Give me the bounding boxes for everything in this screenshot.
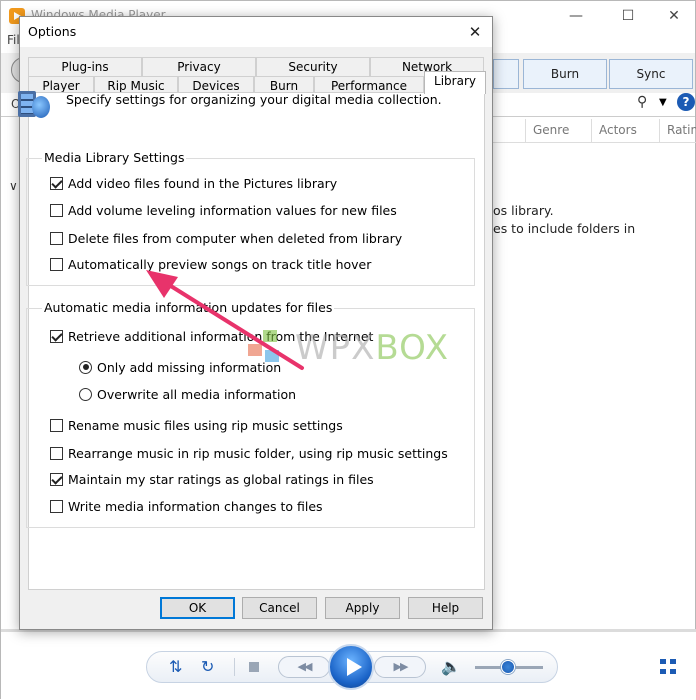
library-description: Specify settings for organizing your dig… [66,92,442,107]
checkbox-add-video-files[interactable]: Add video files found in the Pictures li… [50,175,337,191]
checkbox-box[interactable] [50,203,63,217]
tab-security[interactable]: Security [256,57,370,77]
checkbox-box[interactable] [50,231,63,245]
tab-plug-ins[interactable]: Plug-ins [28,57,142,77]
checkbox-box[interactable] [50,472,63,486]
library-message-line-2: es to include folders in [493,221,636,236]
radio-dot[interactable] [79,387,92,401]
tab-privacy[interactable]: Privacy [142,57,256,77]
column-rating[interactable]: Ratin [667,123,696,137]
cancel-button[interactable]: Cancel [242,597,317,619]
next-icon[interactable]: ▶▶ [374,656,426,678]
volume-thumb[interactable] [501,660,515,674]
column-divider [525,119,526,143]
tab-library[interactable]: Library [424,71,486,94]
switch-to-now-playing-icon[interactable] [660,659,678,675]
radio-overwrite-all[interactable]: Overwrite all media information [79,386,296,402]
minimize-icon[interactable]: — [553,1,599,31]
checkbox-add-volume-leveling[interactable]: Add volume leveling information values f… [50,202,397,218]
previous-icon[interactable]: ◀◀ [278,656,330,678]
tab-sync[interactable]: Sync [609,59,693,89]
play-icon[interactable] [328,644,374,690]
play-tab[interactable] [493,59,519,89]
checkbox-write-changes[interactable]: Write media information changes to files [50,498,323,514]
library-message-line-1: os library. [493,203,554,218]
checkbox-box[interactable] [50,329,63,343]
help-button[interactable]: Help [408,597,483,619]
watermark: WPXBOX [243,326,458,372]
checkbox-star-ratings[interactable]: Maintain my star ratings as global ratin… [50,471,374,487]
watermark-text: WPXBOX [295,328,450,368]
media-library-settings-label: Media Library Settings [42,150,187,165]
media-library-icon [18,88,52,120]
checkbox-rename-music[interactable]: Rename music files using rip music setti… [50,417,343,433]
column-divider [591,119,592,143]
file-menu[interactable]: Fil [7,33,20,47]
close-window-icon[interactable]: ✕ [651,1,696,31]
checkbox-box[interactable] [50,446,63,460]
column-divider [659,119,660,143]
checkbox-auto-preview[interactable]: Automatically preview songs on track tit… [50,256,371,272]
search-icon[interactable]: ⚲ [637,94,647,110]
watermark-logo-icon [243,330,291,370]
ok-button[interactable]: OK [160,597,235,619]
maximize-icon[interactable]: ☐ [605,1,651,31]
chevron-down-icon[interactable]: ∨ [9,179,18,193]
checkbox-rearrange-music[interactable]: Rearrange music in rip music folder, usi… [50,445,448,461]
shuffle-icon[interactable]: ⇅ [169,659,182,675]
dialog-title: Options [28,24,77,39]
tab-burn[interactable]: Burn [523,59,607,89]
checkbox-box[interactable] [50,176,63,190]
radio-dot[interactable] [79,360,92,374]
help-icon[interactable]: ? [677,93,695,111]
column-genre[interactable]: Genre [533,123,569,137]
stop-icon[interactable] [249,662,259,672]
chevron-down-icon[interactable]: ▼ [659,97,667,108]
auto-media-updates-label: Automatic media information updates for … [42,300,335,315]
checkbox-delete-files[interactable]: Delete files from computer when deleted … [50,230,402,246]
checkbox-box[interactable] [50,418,63,432]
controls-separator [234,658,235,676]
checkbox-box[interactable] [50,257,63,271]
column-actors[interactable]: Actors [599,123,637,137]
volume-icon[interactable]: 🔈 [441,659,461,675]
column-headers [493,119,696,143]
close-icon[interactable]: ✕ [464,21,486,43]
dialog-titlebar [20,17,492,47]
repeat-icon[interactable]: ↻ [201,659,214,675]
apply-button[interactable]: Apply [325,597,400,619]
checkbox-box[interactable] [50,499,63,513]
